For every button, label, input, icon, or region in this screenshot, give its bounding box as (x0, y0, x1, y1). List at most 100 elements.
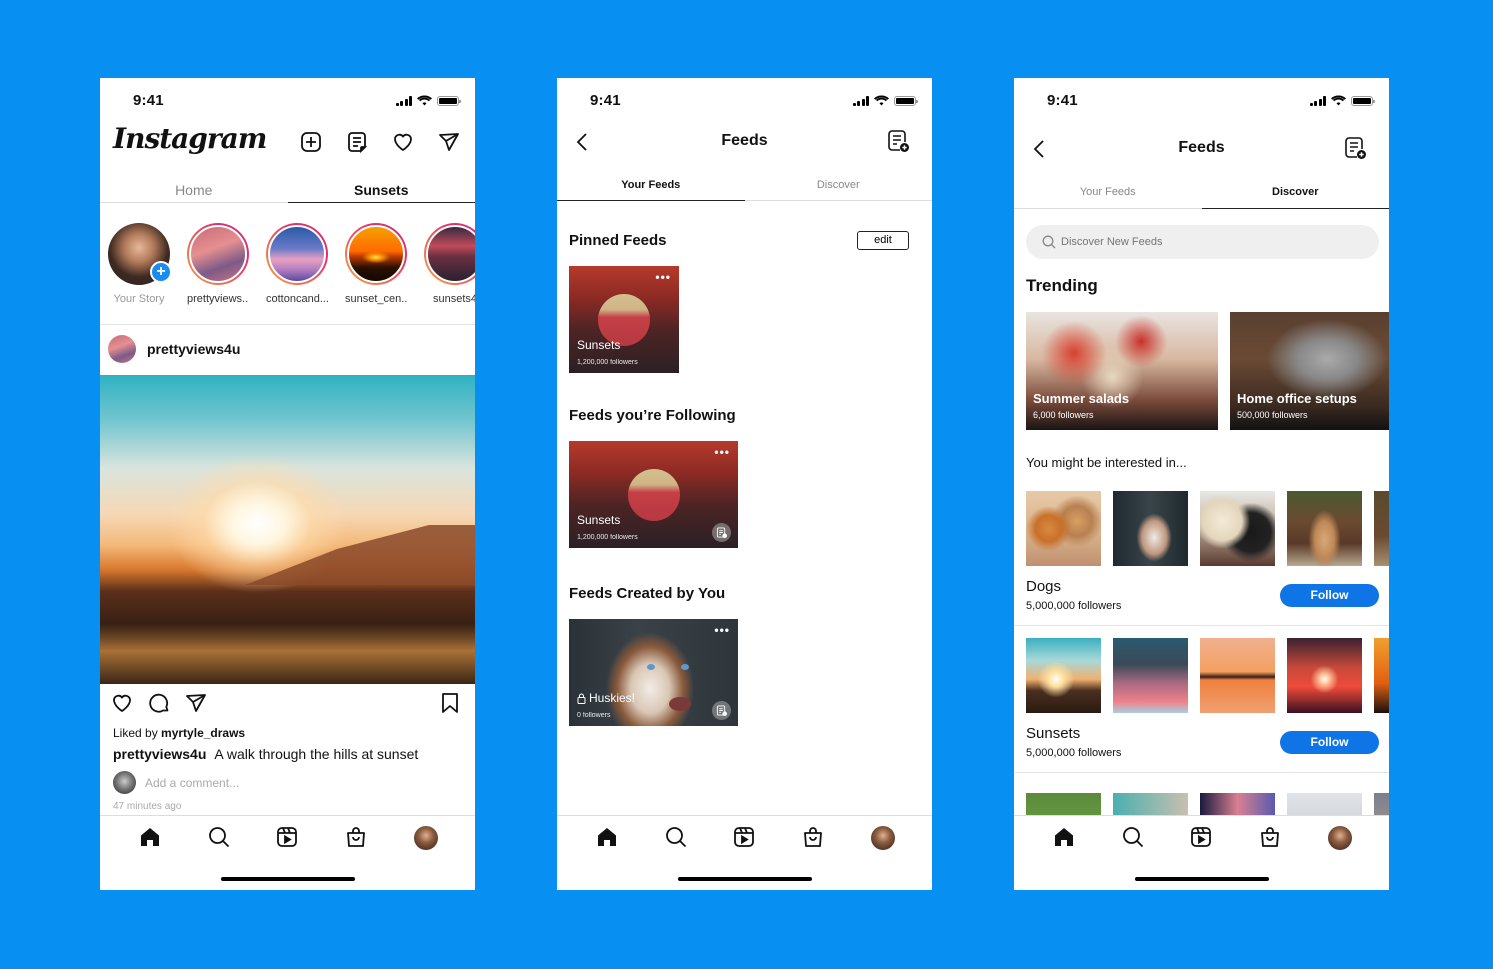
add-comment-row[interactable]: Add a comment... (113, 771, 239, 794)
category-name: Sunsets (1026, 725, 1081, 742)
story-avatar (268, 225, 326, 283)
post-caption: prettyviews4u A walk through the hills at… (113, 746, 418, 762)
thumbnail[interactable] (1026, 491, 1101, 566)
profile-icon[interactable] (1327, 825, 1352, 850)
post-author-avatar[interactable] (108, 335, 136, 363)
home-indicator (221, 877, 355, 881)
tab-sunsets[interactable]: Sunsets (287, 178, 476, 203)
thumbnail[interactable] (1200, 638, 1275, 713)
thumbnail[interactable] (1287, 491, 1362, 566)
page-title: Feeds (1178, 139, 1225, 156)
trending-heading: Trending (1026, 276, 1098, 295)
feeds-icon[interactable] (345, 130, 369, 154)
more-options-icon[interactable]: ••• (714, 623, 730, 637)
tab-your-feeds[interactable]: Your Feeds (1014, 177, 1202, 208)
feed-tabs: Home Sunsets (100, 178, 475, 203)
share-icon[interactable] (184, 691, 208, 715)
trending-followers: 6,000 followers (1033, 410, 1094, 420)
comment-input[interactable]: Add a comment... (145, 776, 239, 790)
edit-button[interactable]: edit (857, 231, 909, 250)
add-story-icon[interactable]: + (150, 261, 172, 283)
direct-message-icon[interactable] (437, 130, 461, 154)
like-icon[interactable] (110, 691, 134, 715)
heart-icon[interactable] (391, 130, 415, 154)
thumbnail[interactable] (1026, 638, 1101, 713)
trending-followers: 500,000 followers (1237, 410, 1308, 420)
tab-discover[interactable]: Discover (745, 170, 933, 200)
trending-card[interactable]: Home office setups 500,000 followers (1230, 312, 1389, 430)
thumbnail[interactable] (1374, 638, 1389, 713)
thumbnail[interactable] (1113, 638, 1188, 713)
category-thumbnails-dogs (1026, 491, 1389, 566)
feed-name: Sunsets (577, 513, 621, 527)
trending-card[interactable]: Summer salads 6,000 followers (1026, 312, 1218, 430)
post-image[interactable] (100, 375, 475, 684)
profile-icon[interactable] (413, 825, 438, 850)
story-item[interactable]: sunset_cen... (345, 223, 407, 313)
thumbnail[interactable] (1374, 491, 1389, 566)
reels-icon[interactable] (1189, 825, 1213, 849)
created-feed-card[interactable]: ••• Huskies! 0 followers (569, 619, 738, 726)
search-icon[interactable] (1121, 825, 1145, 849)
status-time: 9:41 (1047, 92, 1078, 109)
category-thumbnails-sunsets (1026, 638, 1389, 713)
search-bar[interactable] (1026, 225, 1379, 259)
tab-your-feeds[interactable]: Your Feeds (557, 170, 745, 201)
discover-search-input[interactable] (1061, 236, 1261, 248)
category-followers: 5,000,000 followers (1026, 600, 1122, 612)
reels-icon[interactable] (275, 825, 299, 849)
follow-button[interactable]: Follow (1280, 584, 1379, 607)
story-avatar (189, 225, 247, 283)
story-label: sunset_cen... (345, 293, 407, 305)
reels-icon[interactable] (732, 825, 756, 849)
liked-by-user[interactable]: myrtyle_draws (161, 726, 245, 740)
thumbnail[interactable] (1113, 491, 1188, 566)
following-feeds-heading: Feeds you’re Following (569, 407, 736, 424)
commenter-avatar (113, 771, 136, 794)
battery-icon (894, 95, 918, 106)
divider (1014, 625, 1389, 626)
search-icon[interactable] (664, 825, 688, 849)
instagram-logo: Instagram (113, 122, 267, 155)
story-item[interactable]: cottoncand... (266, 223, 328, 313)
following-feed-card[interactable]: ••• Sunsets 1,200,000 followers (569, 441, 738, 548)
more-options-icon[interactable]: ••• (655, 270, 671, 284)
category-name: Dogs (1026, 578, 1062, 595)
phone-discover-screen: 9:41 Feeds Your Feeds Discover Trending … (1014, 78, 1389, 890)
post-author-name[interactable]: prettyviews4u (147, 341, 240, 357)
lock-icon (577, 693, 586, 704)
wifi-icon (1331, 95, 1346, 106)
story-avatar (426, 225, 475, 283)
shop-icon[interactable] (801, 825, 825, 849)
more-options-icon[interactable]: ••• (714, 445, 730, 459)
feed-name: Huskies! (589, 691, 636, 705)
home-icon[interactable] (595, 825, 619, 849)
story-item[interactable]: prettyviews... (187, 223, 249, 313)
feed-followers: 0 followers (577, 712, 611, 719)
pinned-feed-card[interactable]: ••• Sunsets 1,200,000 followers (569, 266, 679, 373)
tab-discover[interactable]: Discover (1201, 177, 1390, 209)
story-item[interactable]: sunsets4 (424, 223, 475, 313)
likes-line: Liked by myrtyle_draws (113, 726, 245, 740)
divider (100, 324, 475, 325)
shop-icon[interactable] (1258, 825, 1282, 849)
search-icon[interactable] (207, 825, 231, 849)
thumbnail[interactable] (1287, 638, 1362, 713)
caption-username[interactable]: prettyviews4u (113, 746, 206, 762)
create-feed-icon[interactable] (886, 129, 910, 153)
add-post-icon[interactable] (299, 130, 323, 154)
follow-button[interactable]: Follow (1280, 731, 1379, 754)
thumbnail[interactable] (1200, 491, 1275, 566)
home-icon[interactable] (138, 825, 162, 849)
home-icon[interactable] (1052, 825, 1076, 849)
comment-icon[interactable] (147, 691, 171, 715)
feed-followers: 1,200,000 followers (577, 534, 638, 541)
feeds-tabs: Your Feeds Discover (557, 170, 932, 201)
tab-home[interactable]: Home (100, 178, 288, 202)
shop-icon[interactable] (344, 825, 368, 849)
created-feeds-heading: Feeds Created by You (569, 585, 726, 602)
profile-icon[interactable] (870, 825, 895, 850)
create-feed-icon[interactable] (1343, 136, 1367, 160)
story-item-own[interactable]: + Your Story (108, 223, 172, 313)
bookmark-icon[interactable] (439, 691, 461, 715)
